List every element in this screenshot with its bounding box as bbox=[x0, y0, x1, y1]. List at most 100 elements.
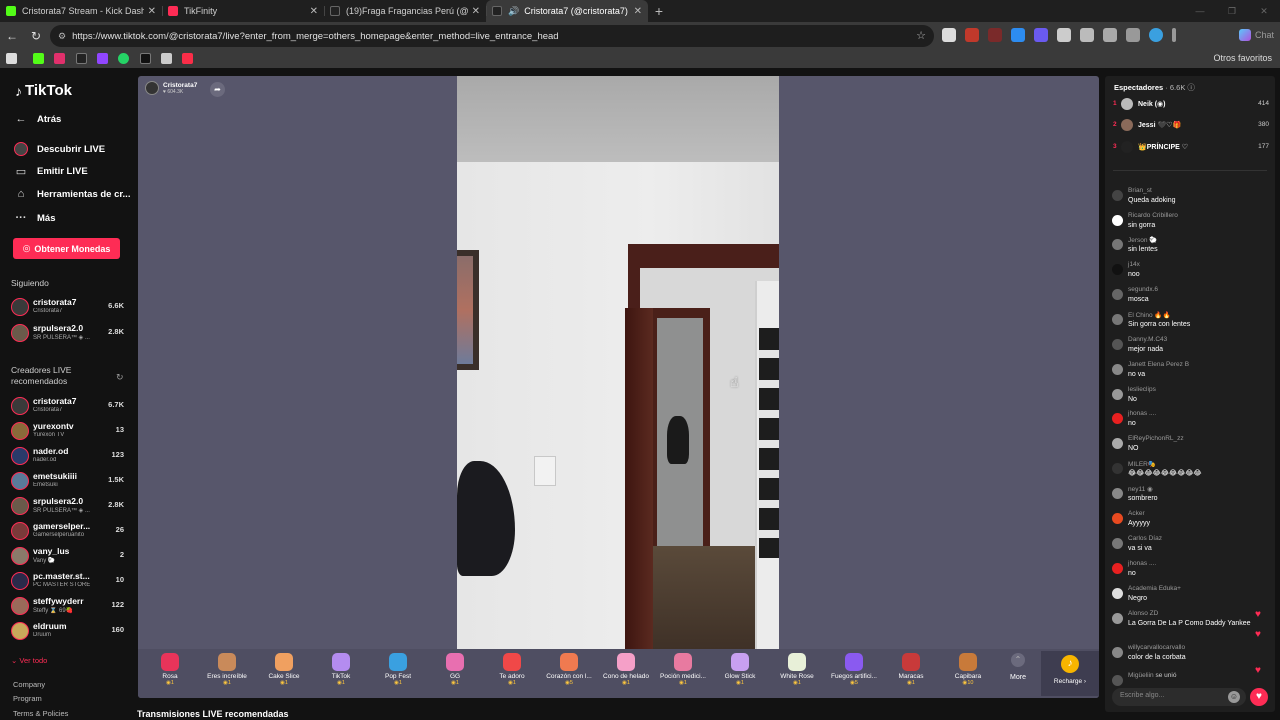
browser-tab[interactable]: TikFinity ✕ bbox=[162, 0, 324, 22]
chat-username[interactable]: jhonas .... bbox=[1128, 560, 1156, 567]
top-viewer-row[interactable]: 1 Neik (◉) 414 bbox=[1113, 98, 1269, 112]
host-avatar[interactable] bbox=[145, 81, 159, 95]
new-tab-button[interactable]: + bbox=[648, 0, 670, 22]
bookmark-icon[interactable] bbox=[161, 53, 172, 64]
avatar[interactable] bbox=[1112, 190, 1123, 201]
extension-icon[interactable] bbox=[988, 28, 1002, 42]
back-link[interactable]: ← Atrás bbox=[14, 113, 62, 125]
minimize-icon[interactable]: — bbox=[1184, 0, 1216, 22]
gift-item[interactable]: Corazón con l... ◉5 bbox=[539, 653, 599, 686]
avatar[interactable] bbox=[1112, 339, 1123, 350]
back-arrow-icon[interactable]: ← bbox=[0, 29, 24, 43]
other-bookmarks-folder[interactable]: Otros favoritos bbox=[1213, 53, 1272, 63]
nav-creator-tools[interactable]: ⌂ Herramientas de cr... bbox=[14, 188, 131, 200]
bookmark-icon[interactable] bbox=[76, 53, 87, 64]
close-tab-icon[interactable]: ✕ bbox=[472, 6, 480, 17]
address-bar[interactable]: ⚙ https://www.tiktok.com/@cristorata7/li… bbox=[50, 25, 934, 47]
gift-item[interactable]: Poción medici... ◉1 bbox=[653, 653, 713, 686]
recharge-button[interactable]: ♪ Recharge › bbox=[1041, 651, 1099, 696]
avatar[interactable] bbox=[1112, 488, 1123, 499]
bookmark-icon[interactable] bbox=[140, 53, 151, 64]
footer-link-program[interactable]: Program bbox=[13, 694, 42, 703]
menu-icon[interactable] bbox=[1172, 28, 1176, 42]
extension-icon[interactable] bbox=[1080, 28, 1094, 42]
share-icon[interactable]: ➦ bbox=[210, 82, 225, 97]
gift-item[interactable]: White Rose ◉1 bbox=[767, 653, 827, 686]
nav-go-live[interactable]: ▭ Emitir LIVE bbox=[14, 165, 88, 178]
speaker-icon[interactable]: 🔊 bbox=[508, 6, 519, 17]
avatar[interactable] bbox=[1112, 239, 1123, 250]
chat-username[interactable]: j14x bbox=[1128, 261, 1140, 268]
top-viewer-row[interactable]: 3 👑PRÍNCIPE ♡ 177 bbox=[1113, 141, 1269, 155]
recommended-creator[interactable]: nader.od nader.od 123 bbox=[11, 445, 124, 469]
footer-link-terms[interactable]: Terms & Policies bbox=[13, 709, 68, 718]
host-info[interactable]: Cristorata7 ♥ 604.3K bbox=[145, 81, 197, 95]
gift-item[interactable]: Te adoro ◉1 bbox=[482, 653, 542, 686]
refresh-icon[interactable]: ↻ bbox=[116, 372, 124, 383]
emoji-icon[interactable]: ☺ bbox=[1228, 691, 1240, 703]
chat-username[interactable]: Migüeliin bbox=[1128, 672, 1154, 679]
chat-username[interactable]: El Chino 🔥🔥 bbox=[1128, 311, 1171, 319]
close-window-icon[interactable]: ✕ bbox=[1248, 0, 1280, 22]
see-all-link[interactable]: ⌄ Ver todo bbox=[11, 656, 47, 665]
favorites-icon[interactable] bbox=[1103, 28, 1117, 42]
extension-icon[interactable] bbox=[965, 28, 979, 42]
download-icon[interactable] bbox=[1126, 28, 1140, 42]
chat-username[interactable]: Janett Elena Perez B bbox=[1128, 361, 1189, 368]
bookmark-icon[interactable] bbox=[118, 53, 129, 64]
chat-username[interactable]: Danny.M.C43 bbox=[1128, 336, 1167, 343]
extension-icon[interactable] bbox=[1034, 28, 1048, 42]
avatar[interactable] bbox=[1112, 364, 1123, 375]
gift-item[interactable]: Glow Stick ◉1 bbox=[710, 653, 770, 686]
extension-icon[interactable] bbox=[942, 28, 956, 42]
top-viewer-row[interactable]: 2 Jessi 🖤♡🎁 380 bbox=[1113, 119, 1269, 133]
avatar[interactable] bbox=[1112, 513, 1123, 524]
avatar[interactable] bbox=[1112, 438, 1123, 449]
recommended-creator[interactable]: yurexontv Yurexon TV 13 bbox=[11, 420, 124, 444]
avatar[interactable] bbox=[1112, 463, 1123, 474]
avatar[interactable] bbox=[1112, 413, 1123, 424]
chat-username[interactable]: ney11 ◉ bbox=[1128, 485, 1153, 493]
chat-username[interactable]: Ricardo Cribillero bbox=[1128, 212, 1178, 219]
profile-avatar[interactable] bbox=[1149, 28, 1163, 42]
url-text[interactable]: https://www.tiktok.com/@cristorata7/live… bbox=[72, 31, 559, 42]
avatar[interactable] bbox=[1112, 389, 1123, 400]
chat-username[interactable]: Jerson 🐑 bbox=[1128, 236, 1157, 244]
tiktok-logo[interactable]: ♪ TikTok bbox=[15, 82, 72, 99]
chat-username[interactable]: ElReyPichonRL_zz bbox=[1128, 435, 1184, 442]
avatar[interactable] bbox=[1112, 215, 1123, 226]
chat-username[interactable]: Carlos Díaz bbox=[1128, 535, 1162, 542]
avatar[interactable] bbox=[1112, 264, 1123, 275]
chat-username[interactable]: Acker bbox=[1128, 510, 1145, 517]
get-coins-button[interactable]: ◎ Obtener Monedas bbox=[13, 238, 120, 259]
chat-username[interactable]: leslieclips bbox=[1128, 386, 1156, 393]
bookmark-icon[interactable] bbox=[33, 53, 44, 64]
avatar[interactable] bbox=[1112, 538, 1123, 549]
recommended-creator[interactable]: srpulsera2.0 SR PULSERA™ ◈ ... 2.8K bbox=[11, 495, 124, 519]
extension-icon[interactable] bbox=[1011, 28, 1025, 42]
close-tab-icon[interactable]: ✕ bbox=[310, 6, 318, 17]
bookmark-icon[interactable] bbox=[182, 53, 193, 64]
more-gifts-button[interactable]: ⌃ More bbox=[1005, 653, 1031, 681]
avatar[interactable] bbox=[1112, 563, 1123, 574]
bookmark-icon[interactable] bbox=[54, 53, 65, 64]
live-player[interactable]: Cristorata7 ♥ 604.3K ➦ ☝ Rosa ◉1 Eres in… bbox=[138, 76, 1099, 698]
gift-item[interactable]: TikTok ◉1 bbox=[311, 653, 371, 686]
gift-item[interactable]: Rosa ◉1 bbox=[140, 653, 200, 686]
avatar[interactable] bbox=[1112, 588, 1123, 599]
maximize-icon[interactable]: ❐ bbox=[1216, 0, 1248, 22]
chat-username[interactable]: segundx.6 bbox=[1128, 286, 1158, 293]
following-creator[interactable]: cristorata7 Cristorata7 6.6K bbox=[11, 296, 124, 320]
close-tab-icon[interactable]: ✕ bbox=[148, 6, 156, 17]
recommended-creator[interactable]: gamerselper... Gamerselperuanito 26 bbox=[11, 520, 124, 544]
avatar[interactable] bbox=[1112, 314, 1123, 325]
recommended-creator[interactable]: steffywyderr Steffy ⌛ 69🍓 122 bbox=[11, 595, 124, 619]
close-tab-icon[interactable]: ✕ bbox=[634, 6, 642, 17]
avatar[interactable] bbox=[1112, 613, 1123, 624]
like-heart-button[interactable]: ♥ bbox=[1250, 688, 1268, 706]
bookmark-icon[interactable] bbox=[97, 53, 108, 64]
gift-item[interactable]: GG ◉1 bbox=[425, 653, 485, 686]
bookmark-icon[interactable] bbox=[6, 53, 17, 64]
footer-link-company[interactable]: Company bbox=[13, 680, 45, 689]
gift-item[interactable]: Cono de helado ◉1 bbox=[596, 653, 656, 686]
